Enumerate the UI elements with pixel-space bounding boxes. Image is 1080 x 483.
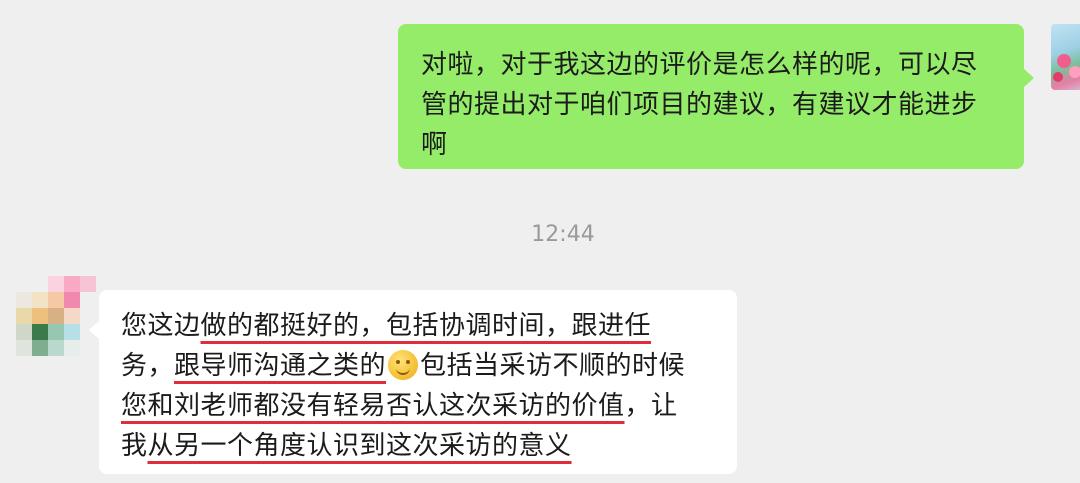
message-text: 您这边 — [121, 311, 201, 341]
outgoing-message-line-2: 管的提出对于咱们项目的建议，有建议才能进步 — [421, 90, 978, 120]
incoming-message-line-2: 务，跟导师沟通之类的 包括当采访不顺的时候 — [121, 346, 727, 386]
outgoing-message-line-3: 啊 — [421, 130, 448, 160]
avatar-pixel — [32, 340, 48, 356]
underlined-text: 从另一个角度认识到这次采访的意义 — [147, 431, 572, 461]
incoming-message-line-1: 您这边做的都挺好的，包括协调时间，跟进任 — [121, 306, 727, 346]
incoming-message-bubble[interactable]: 您这边做的都挺好的，包括协调时间，跟进任 务，跟导师沟通之类的 包括当采访不顺的时… — [89, 290, 737, 474]
avatar-pixel — [16, 308, 32, 324]
avatar-pixel — [48, 324, 64, 340]
message-text: 务， — [121, 351, 175, 381]
self-avatar[interactable] — [1051, 24, 1080, 90]
message-timestamp: 12:44 — [531, 222, 595, 247]
clapping-hands-emoji-icon — [388, 350, 419, 380]
message-text: ，让 — [624, 391, 678, 421]
incoming-message-line-3: 您和刘老师都没有轻易否认这次采访的价值，让 — [121, 386, 727, 426]
incoming-message-line-4: 我从另一个角度认识到这次采访的意义 — [121, 426, 727, 466]
avatar-pixel — [48, 276, 64, 292]
avatar-pixel — [48, 340, 64, 356]
outgoing-message-line-1: 对啦，对于我这边的评价是怎么样的呢，可以尽 — [421, 50, 978, 80]
avatar-pixel — [48, 292, 64, 308]
avatar-pixel — [32, 324, 48, 340]
underlined-text: 跟导师沟通之类的 — [174, 351, 387, 381]
outgoing-message-bubble[interactable]: 对啦，对于我这边的评价是怎么样的呢，可以尽 管的提出对于咱们项目的建议，有建议才… — [398, 24, 1034, 169]
avatar-pixel — [64, 324, 80, 340]
avatar-pixel — [16, 292, 32, 308]
avatar-pixel — [64, 308, 80, 324]
underlined-text: 您和刘老师都没有轻易否认这次采访的价值 — [121, 391, 625, 421]
message-text: 我 — [121, 431, 148, 461]
avatar-pixel — [32, 292, 48, 308]
avatar-flower-shape — [1057, 54, 1071, 68]
avatar-pixel — [48, 308, 64, 324]
avatar-flower-shape — [1053, 72, 1063, 82]
contact-avatar[interactable] — [0, 276, 96, 372]
avatar-pixel — [64, 340, 80, 356]
avatar-pixel — [16, 340, 32, 356]
avatar-flower-shape — [1069, 66, 1080, 78]
avatar-pixel — [64, 292, 80, 308]
avatar-pixel — [32, 308, 48, 324]
message-text: 包括当采访不顺的时候 — [420, 351, 686, 381]
avatar-pixel — [80, 276, 96, 292]
underlined-text: 做的都挺好的，包括协调时间，跟进任 — [200, 311, 652, 341]
avatar-pixel — [64, 276, 80, 292]
avatar-pixel — [16, 324, 32, 340]
